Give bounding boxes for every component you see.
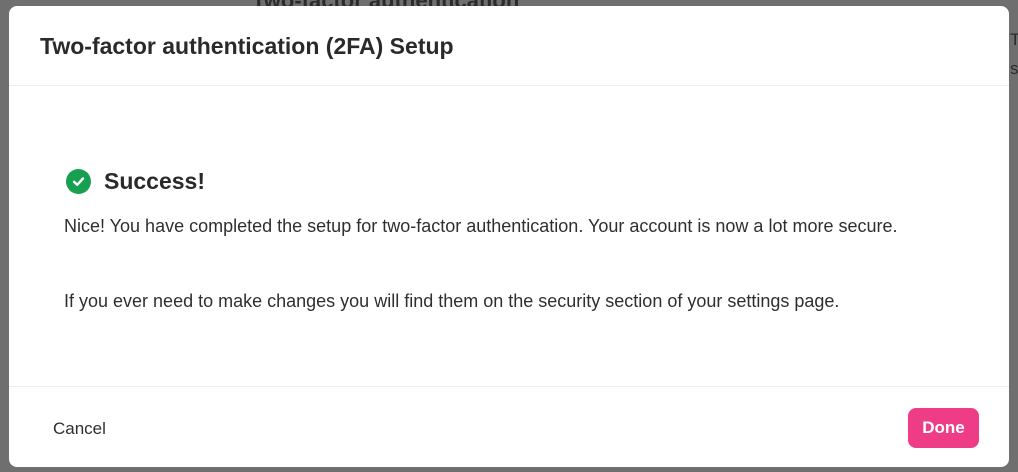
dialog-header: Two-factor authentication (2FA) Setup	[9, 6, 1009, 86]
2fa-setup-dialog: Two-factor authentication (2FA) Setup Su…	[9, 6, 1009, 467]
success-message: Nice! You have completed the setup for t…	[64, 216, 898, 236]
settings-info-message: If you ever need to make changes you wil…	[64, 291, 840, 311]
cancel-button[interactable]: Cancel	[53, 419, 106, 439]
dialog-title: Two-factor authentication (2FA) Setup	[40, 33, 454, 59]
check-circle-icon	[66, 169, 91, 194]
done-button[interactable]: Done	[908, 408, 979, 448]
success-title: Success!	[104, 168, 206, 194]
dialog-footer: Cancel Done	[9, 386, 1009, 467]
success-heading: Success!	[66, 168, 205, 195]
background-page-text: T	[1010, 30, 1018, 49]
background-page-text: ss	[1010, 59, 1018, 78]
